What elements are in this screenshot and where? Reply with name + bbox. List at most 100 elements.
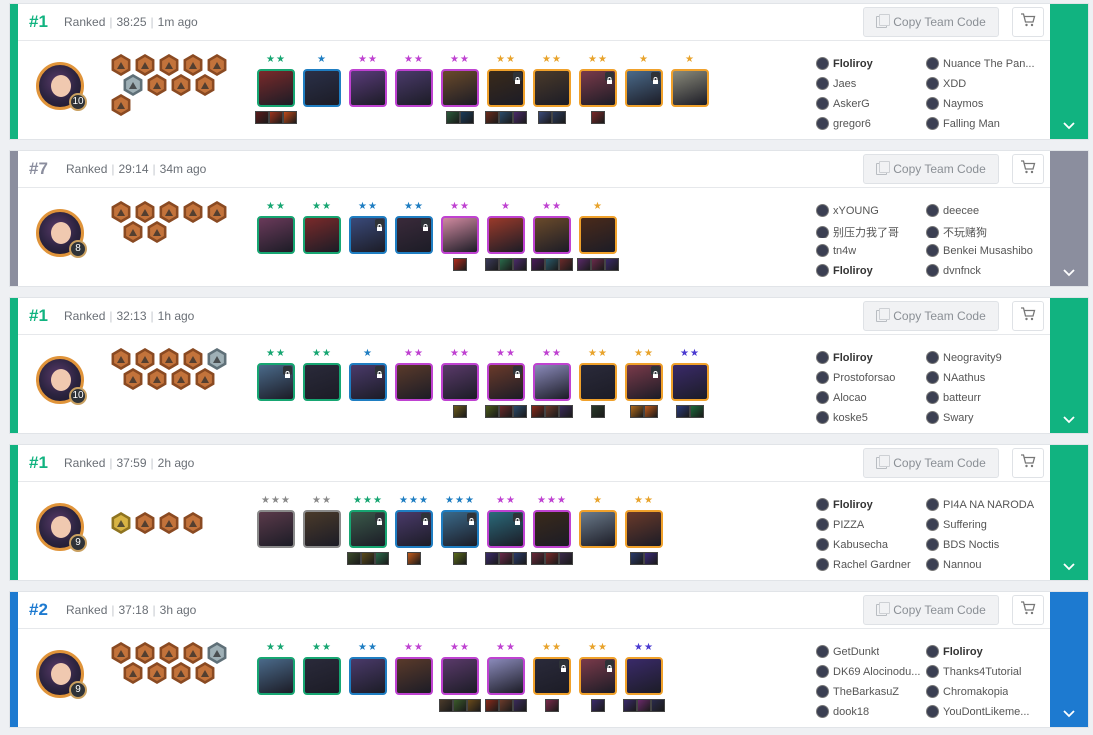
player-name[interactable]: Prostoforsao [833, 372, 895, 384]
item-icon[interactable] [485, 699, 499, 712]
player-name[interactable]: xYOUNG [833, 205, 879, 217]
player-name[interactable]: Falling Man [943, 118, 1000, 130]
champion-portrait[interactable] [257, 69, 295, 107]
lobby-player[interactable]: xYOUNG [816, 204, 879, 218]
champion-portrait[interactable] [533, 657, 571, 695]
champion-portrait[interactable] [625, 510, 663, 548]
item-icon[interactable] [545, 552, 559, 565]
item-icon[interactable] [591, 258, 605, 271]
item-icon[interactable] [545, 699, 559, 712]
item-icon[interactable] [623, 699, 637, 712]
lobby-player[interactable]: PIZZA [816, 518, 864, 532]
player-name[interactable]: Floliroy [833, 265, 873, 277]
expand-panel[interactable] [1050, 4, 1088, 139]
champion-portrait[interactable] [395, 363, 433, 401]
player-name[interactable]: Floliroy [833, 352, 873, 364]
item-icon[interactable] [499, 111, 513, 124]
champion-portrait[interactable] [487, 657, 525, 695]
item-icon[interactable] [513, 699, 527, 712]
lobby-player[interactable]: Swary [926, 411, 974, 425]
player-name[interactable]: dvnfnck [943, 265, 981, 277]
item-icon[interactable] [513, 405, 527, 418]
item-icon[interactable] [644, 552, 658, 565]
expand-panel[interactable] [1050, 151, 1088, 286]
champion-portrait[interactable] [625, 69, 663, 107]
champion-portrait[interactable] [441, 657, 479, 695]
item-icon[interactable] [513, 258, 527, 271]
lobby-player[interactable]: Naymos [926, 97, 983, 111]
expand-panel[interactable] [1050, 298, 1088, 433]
item-icon[interactable] [538, 111, 552, 124]
champion-portrait[interactable] [579, 363, 617, 401]
item-icon[interactable] [651, 699, 665, 712]
chevron-down-icon[interactable] [1050, 117, 1088, 133]
item-icon[interactable] [347, 552, 361, 565]
item-icon[interactable] [591, 699, 605, 712]
champion-portrait[interactable] [441, 510, 479, 548]
champion-portrait[interactable] [533, 69, 571, 107]
lobby-player[interactable]: Floliroy [926, 645, 983, 659]
player-name[interactable]: Thanks4Tutorial [943, 666, 1021, 678]
player-name[interactable]: YouDontLikeme... [943, 706, 1029, 718]
player-name[interactable]: Naymos [943, 98, 983, 110]
champion-portrait[interactable] [487, 363, 525, 401]
champion-portrait[interactable] [487, 510, 525, 548]
item-icon[interactable] [630, 405, 644, 418]
lobby-player[interactable]: Floliroy [816, 498, 873, 512]
champion-portrait[interactable] [441, 363, 479, 401]
lobby-player[interactable]: Floliroy [816, 264, 873, 278]
item-icon[interactable] [453, 699, 467, 712]
player-name[interactable]: gregor6 [833, 118, 871, 130]
player-name[interactable]: Chromakopia [943, 686, 1008, 698]
item-icon[interactable] [255, 111, 269, 124]
champion-portrait[interactable] [441, 216, 479, 254]
champion-portrait[interactable] [257, 510, 295, 548]
item-icon[interactable] [591, 405, 605, 418]
item-icon[interactable] [545, 405, 559, 418]
lobby-player[interactable]: Neogravity9 [926, 351, 1002, 365]
player-name[interactable]: Swary [943, 412, 974, 424]
champion-portrait[interactable] [487, 69, 525, 107]
champion-portrait[interactable] [395, 657, 433, 695]
item-icon[interactable] [439, 699, 453, 712]
player-name[interactable]: tn4w [833, 245, 856, 257]
lobby-player[interactable]: Kabusecha [816, 538, 888, 552]
player-name[interactable]: 别压力我了哥 [833, 224, 899, 238]
champion-portrait[interactable] [349, 216, 387, 254]
expand-panel[interactable] [1050, 445, 1088, 580]
champion-portrait[interactable] [533, 510, 571, 548]
lobby-player[interactable]: tn4w [816, 244, 856, 258]
item-icon[interactable] [531, 405, 545, 418]
copy-team-code-button[interactable]: Copy Team Code [863, 7, 999, 37]
item-icon[interactable] [460, 111, 474, 124]
item-icon[interactable] [361, 552, 375, 565]
champion-portrait[interactable] [533, 363, 571, 401]
lobby-player[interactable]: AskerG [816, 97, 870, 111]
item-icon[interactable] [577, 258, 591, 271]
champion-portrait[interactable] [579, 657, 617, 695]
player-name[interactable]: Kabusecha [833, 539, 888, 551]
item-icon[interactable] [453, 552, 467, 565]
item-icon[interactable] [485, 111, 499, 124]
chevron-down-icon[interactable] [1050, 411, 1088, 427]
player-name[interactable]: 不玩赌狗 [943, 224, 987, 238]
champion-portrait[interactable] [303, 216, 341, 254]
lobby-player[interactable]: Floliroy [816, 351, 873, 365]
player-name[interactable]: XDD [943, 78, 966, 90]
lobby-player[interactable]: Benkei Musashibo [926, 244, 1033, 258]
player-name[interactable]: Alocao [833, 392, 867, 404]
lobby-player[interactable]: Falling Man [926, 117, 1000, 131]
chevron-down-icon[interactable] [1050, 705, 1088, 721]
champion-portrait[interactable] [579, 69, 617, 107]
item-icon[interactable] [499, 405, 513, 418]
lobby-player[interactable]: TheBarkasuZ [816, 685, 899, 699]
player-name[interactable]: Jaes [833, 78, 856, 90]
player-name[interactable]: DK69 Alocinodu... [833, 666, 920, 678]
item-icon[interactable] [531, 258, 545, 271]
lobby-player[interactable]: Thanks4Tutorial [926, 665, 1021, 679]
item-icon[interactable] [485, 405, 499, 418]
item-icon[interactable] [499, 699, 513, 712]
item-icon[interactable] [446, 111, 460, 124]
champion-portrait[interactable] [533, 216, 571, 254]
lobby-player[interactable]: Nannou [926, 558, 982, 572]
